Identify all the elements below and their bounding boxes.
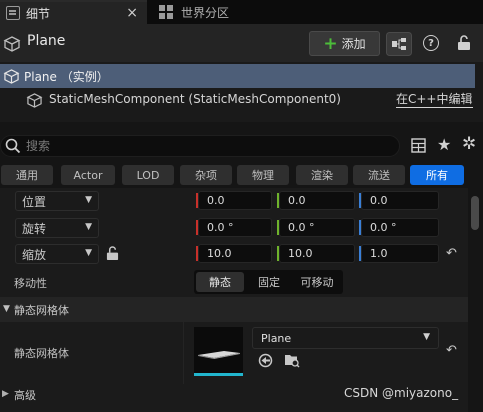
location-label: 位置	[22, 194, 47, 209]
filter-streaming[interactable]: 流送	[353, 165, 405, 185]
chevron-down-icon: ▼	[423, 332, 430, 342]
rotation-x-field[interactable]: 0.0 °	[198, 218, 272, 237]
section-title: 静态网格体	[14, 304, 69, 317]
tab-close-icon[interactable]: ×	[126, 5, 138, 21]
mesh-thumbnail[interactable]	[194, 327, 243, 376]
add-component-label: 添加	[341, 37, 366, 51]
edit-in-cpp-link[interactable]: 在C++中编辑	[396, 92, 473, 108]
watermark: CSDN @miyazono_	[344, 386, 459, 400]
help-icon[interactable]: ?	[423, 35, 439, 51]
chevron-down-icon: ▼	[85, 195, 92, 205]
rotation-y-field[interactable]: 0.0 °	[279, 218, 355, 237]
unlock-icon[interactable]	[457, 35, 471, 51]
scale-label: 缩放	[22, 247, 47, 262]
mobility-movable[interactable]: 可移动	[293, 272, 341, 292]
tab-details-label: 细节	[26, 6, 51, 21]
chevron-down-icon: ▼	[85, 248, 92, 258]
reset-mesh-icon[interactable]: ↶	[446, 343, 457, 358]
plane-preview-icon	[198, 351, 240, 359]
filter-actor[interactable]: Actor	[61, 165, 115, 185]
filter-rendering[interactable]: 渲染	[296, 165, 348, 185]
browse-folder-icon[interactable]	[284, 352, 300, 368]
filter-physics[interactable]: 物理	[237, 165, 289, 185]
filter-lod[interactable]: LOD	[122, 165, 174, 185]
tab-world-partition[interactable]: 世界分区	[150, 0, 300, 24]
scrollbar-thumb[interactable]	[471, 196, 479, 230]
location-x-field[interactable]: 0.0	[198, 191, 272, 210]
chevron-down-icon: ▼	[85, 222, 92, 232]
mobility-label: 移动性	[14, 277, 47, 290]
rotation-label: 旋转	[22, 221, 47, 236]
search-icon	[5, 138, 21, 154]
favorite-star-icon[interactable]: ★	[437, 135, 451, 154]
tree-row-component[interactable]: StaticMeshComponent (StaticMeshComponent…	[49, 92, 341, 106]
tab-world-partition-label: 世界分区	[181, 5, 230, 20]
rotation-dropdown[interactable]: 旋转 ▼	[15, 218, 99, 238]
world-partition-icon	[159, 5, 173, 19]
mobility-static[interactable]: 静态	[196, 272, 244, 292]
plus-icon: +	[323, 33, 338, 54]
advanced-section-label[interactable]: 高级	[14, 387, 36, 403]
add-component-button[interactable]: + 添加	[309, 31, 380, 56]
tab-details[interactable]: 细节 ×	[0, 0, 147, 24]
filter-misc[interactable]: 杂项	[180, 165, 232, 185]
collapse-arrow-icon: ▶	[2, 389, 9, 399]
static-mesh-value: Plane	[261, 331, 292, 345]
mobility-stationary[interactable]: 固定	[246, 272, 292, 292]
reset-scale-icon[interactable]: ↶	[446, 246, 457, 261]
scale-x-field[interactable]: 10.0	[198, 244, 272, 263]
filter-general[interactable]: 通用	[1, 165, 53, 185]
object-name: Plane	[27, 33, 66, 49]
details-icon	[6, 6, 20, 20]
scale-z-field[interactable]: 1.0	[361, 244, 439, 263]
location-dropdown[interactable]: 位置 ▼	[15, 191, 99, 211]
use-selected-asset-icon[interactable]	[258, 353, 273, 368]
search-input[interactable]	[26, 137, 386, 155]
location-z-field[interactable]: 0.0	[361, 191, 439, 210]
tree-row-actor-label: Plane （实例）	[24, 70, 109, 84]
rotation-z-field[interactable]: 0.0 °	[361, 218, 439, 237]
scale-dropdown[interactable]: 缩放 ▼	[15, 244, 99, 264]
settings-gear-icon[interactable]: ✲	[462, 134, 476, 154]
filter-all[interactable]: 所有	[410, 165, 464, 185]
location-y-field[interactable]: 0.0	[279, 191, 355, 210]
static-mesh-label: 静态网格体	[14, 347, 69, 360]
static-mesh-actor-icon	[3, 36, 21, 52]
static-mesh-dropdown[interactable]: Plane ▼	[252, 327, 439, 349]
scale-y-field[interactable]: 10.0	[279, 244, 355, 263]
static-mesh-component-icon	[26, 93, 43, 108]
actor-cube-icon	[3, 69, 20, 84]
expand-arrow-icon: ▼	[3, 304, 10, 314]
blueprint-button[interactable]	[386, 32, 412, 56]
table-view-icon[interactable]	[411, 138, 426, 153]
static-mesh-section-header[interactable]	[0, 297, 468, 322]
scale-lock-icon[interactable]	[106, 246, 119, 261]
column-divider[interactable]	[183, 322, 184, 384]
